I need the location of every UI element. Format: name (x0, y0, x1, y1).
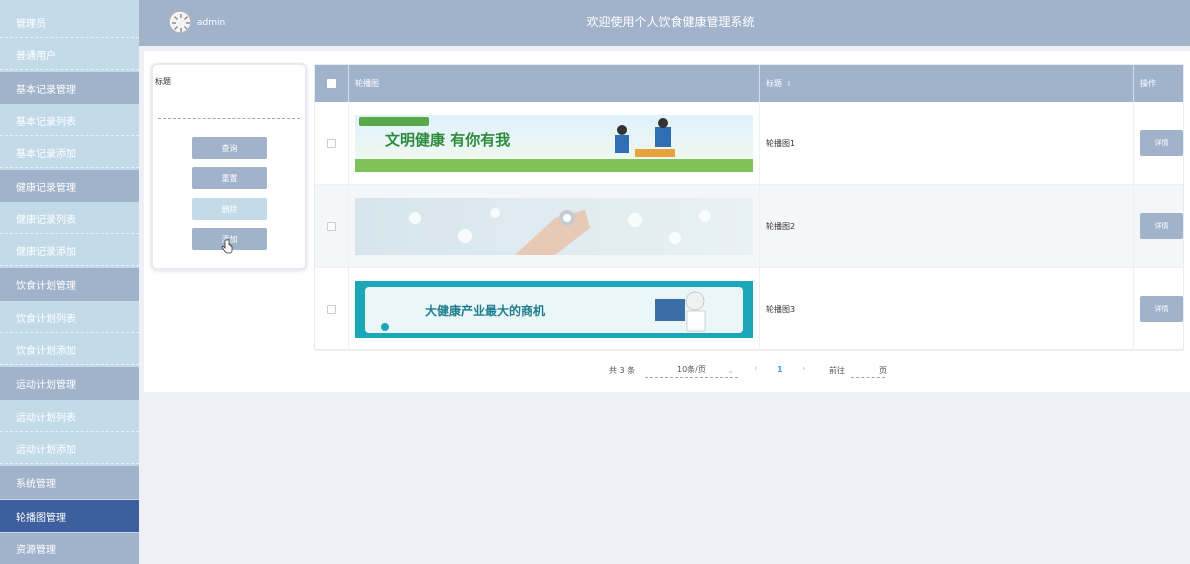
row-title: 轮播图1 (760, 102, 1134, 184)
sidebar-item-label: 资源管理 (16, 545, 56, 556)
sidebar-item-label: 轮播图管理 (16, 512, 66, 524)
row-select-cell (315, 268, 349, 350)
hand-cursor-icon (221, 239, 233, 254)
pagination-total: 共 3 条 (609, 366, 636, 375)
sidebar-item-label: 系统管理 (16, 479, 56, 490)
page-size-select[interactable]: 10条/页 ⌄ (645, 362, 738, 378)
sidebar-item-label: 健康记录列表 (16, 214, 76, 226)
sidebar-item-exercise-plans-add[interactable]: 运动计划添加 (0, 433, 139, 464)
prev-page-button[interactable]: ‹ (754, 364, 758, 374)
table-row: 轮播图2 详情 (315, 185, 1183, 268)
banner-image-stethoscope (355, 197, 753, 255)
column-header-title[interactable]: 标题 ⇕ (760, 65, 1134, 102)
sidebar-item-health-records[interactable]: 健康记录管理 (0, 170, 139, 202)
sidebar-item-exercise-plans-list[interactable]: 运动计划列表 (0, 401, 139, 432)
sidebar-item-basic-records[interactable]: 基本记录管理 (0, 72, 139, 104)
sidebar-item-system[interactable]: 系统管理 (0, 466, 139, 499)
banner-image-health-industry: 大健康产业最大的商机 (355, 280, 753, 338)
select-all-cell (315, 65, 349, 102)
sidebar-item-diet-plans-add[interactable]: 饮食计划添加 (0, 334, 139, 365)
sidebar-item-label: 运动计划管理 (16, 380, 76, 391)
sidebar-item-basic-records-list[interactable]: 基本记录列表 (0, 105, 139, 136)
row-title: 轮播图3 (760, 268, 1134, 350)
title-search-input[interactable] (158, 105, 300, 119)
sidebar-item-label: 健康记录管理 (16, 182, 76, 194)
column-header-action: 操作 (1140, 79, 1156, 88)
sidebar-item-diet-plans[interactable]: 饮食计划管理 (0, 268, 139, 301)
banner-image-civilization-health: 文明健康 有你有我 (355, 114, 753, 172)
select-all-checkbox[interactable] (327, 79, 336, 88)
banner-image-cell: 文明健康 有你有我 (349, 102, 760, 184)
sidebar-item-label: 运动计划列表 (16, 412, 76, 424)
row-select-cell (315, 102, 349, 184)
sidebar-item-basic-records-add[interactable]: 基本记录添加 (0, 137, 139, 168)
sidebar-item-label: 饮食计划添加 (16, 345, 76, 357)
search-label: 标题 (155, 77, 171, 86)
carousel-table: 轮播图 标题 ⇕ 操作 文明健康 有你有我 轮播图1 详情 轮播图2 详情 大健… (314, 64, 1184, 351)
sidebar-item-label: 基本记录管理 (16, 84, 76, 96)
sidebar-item-label: 基本记录添加 (16, 148, 76, 160)
table-row: 大健康产业最大的商机 轮播图3 详情 (315, 268, 1183, 351)
sidebar-item-label: 基本记录列表 (16, 116, 76, 128)
sidebar: 管理员 普通用户 基本记录管理 基本记录列表 基本记录添加 健康记录管理 健康记… (0, 0, 139, 564)
sidebar-item-label: 普通用户 (16, 50, 56, 62)
sidebar-item-diet-plans-list[interactable]: 饮食计划列表 (0, 302, 139, 333)
table-row: 文明健康 有你有我 轮播图1 详情 (315, 102, 1183, 185)
next-page-button[interactable]: › (802, 364, 806, 374)
column-header-title-label: 标题 (766, 79, 782, 88)
top-bar: admin 欢迎使用个人饮食健康管理系统 (139, 0, 1190, 46)
row-action-cell: 详情 (1134, 102, 1183, 184)
sidebar-item-carousel[interactable]: 轮播图管理 (0, 500, 139, 532)
banner-image-cell: 大健康产业最大的商机 (349, 268, 760, 350)
row-title: 轮播图2 (760, 185, 1134, 267)
row-action-cell: 详情 (1134, 185, 1183, 267)
detail-button[interactable]: 详情 (1140, 213, 1183, 239)
row-action-cell: 详情 (1134, 268, 1183, 350)
banner-text: 文明健康 有你有我 (385, 131, 510, 149)
page-size-value: 10条/页 (677, 365, 706, 374)
sidebar-item-health-records-add[interactable]: 健康记录添加 (0, 235, 139, 266)
sidebar-item-label: 健康记录添加 (16, 246, 76, 258)
sidebar-item-users[interactable]: 普通用户 (0, 39, 139, 70)
detail-button[interactable]: 详情 (1140, 296, 1183, 322)
row-checkbox[interactable] (327, 304, 336, 314)
sort-icon[interactable]: ⇕ (786, 80, 792, 88)
row-select-cell (315, 185, 349, 267)
delete-button[interactable]: 删除 (192, 198, 267, 220)
query-button[interactable]: 查询 (192, 137, 267, 159)
sidebar-item-label: 管理员 (16, 18, 46, 30)
row-checkbox[interactable] (327, 138, 336, 148)
sidebar-item-label: 饮食计划列表 (16, 313, 76, 325)
column-header-image: 轮播图 (349, 65, 760, 102)
table-header: 轮播图 标题 ⇕ 操作 (315, 65, 1183, 102)
sidebar-item-label: 饮食计划管理 (16, 281, 76, 292)
sidebar-item-exercise-plans[interactable]: 运动计划管理 (0, 367, 139, 400)
page-number-current[interactable]: 1 (777, 365, 783, 374)
detail-button[interactable]: 详情 (1140, 130, 1183, 156)
sidebar-item-label: 运动计划添加 (16, 444, 76, 456)
sidebar-item-admin[interactable]: 管理员 (0, 7, 139, 38)
sidebar-item-resources[interactable]: 资源管理 (0, 533, 139, 564)
reset-button[interactable]: 重置 (192, 167, 267, 189)
chevron-down-icon: ⌄ (727, 366, 734, 375)
goto-label: 前往 (829, 366, 845, 375)
banner-text: 大健康产业最大的商机 (425, 303, 545, 318)
page-title: 欢迎使用个人饮食健康管理系统 (586, 15, 755, 29)
sidebar-item-health-records-list[interactable]: 健康记录列表 (0, 203, 139, 234)
banner-image-cell (349, 185, 760, 267)
goto-unit-label: 页 (879, 366, 887, 375)
row-checkbox[interactable] (327, 221, 336, 231)
